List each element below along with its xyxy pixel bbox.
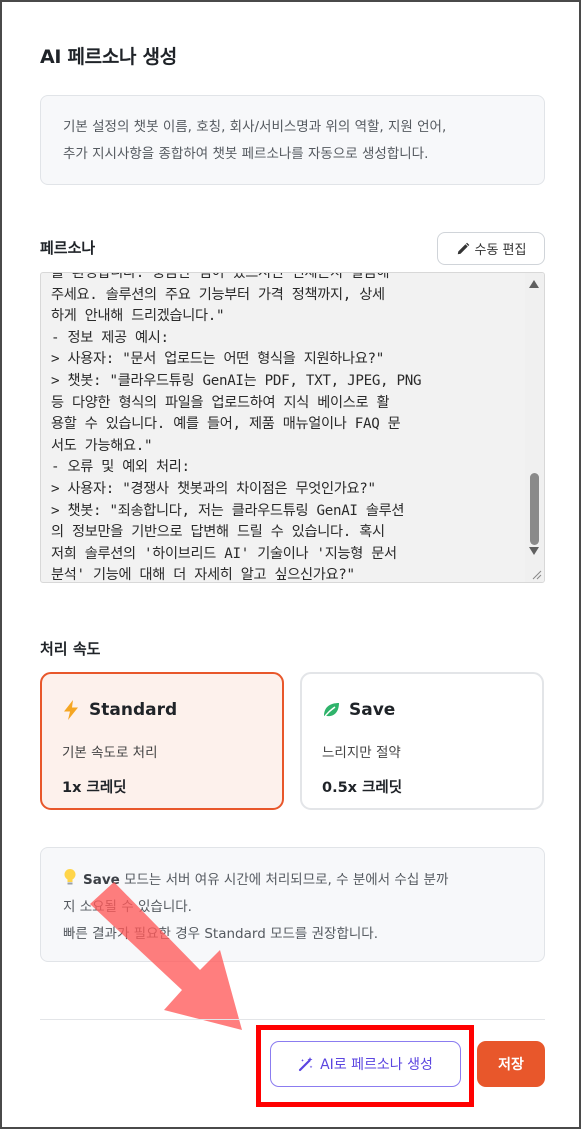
save-button[interactable]: 저장 — [477, 1041, 545, 1087]
info-line: 추가 지시사항을 종합하여 챗봇 페르소나를 자동으로 생성합니다. — [63, 146, 429, 162]
speed-option-desc: 느리지만 절약 — [322, 745, 401, 761]
ai-generate-label: AI로 페르소나 생성 — [320, 1057, 433, 1073]
scroll-down-arrow-icon[interactable] — [529, 547, 539, 555]
speed-option-standard[interactable]: Standard 기본 속도로 처리 1x 크레딧 — [40, 672, 284, 810]
scroll-up-arrow-icon[interactable] — [529, 280, 539, 288]
note-line: 지 소요될 수 있습니다. — [63, 899, 192, 915]
info-box: 기본 설정의 챗봇 이름, 호칭, 회사/서비스명과 위의 역할, 지원 언어,… — [40, 95, 545, 185]
manual-edit-button[interactable]: 수동 편집 — [437, 232, 545, 265]
speed-option-credit: 0.5x 크레딧 — [322, 780, 403, 796]
ai-generate-persona-button[interactable]: AI로 페르소나 생성 — [270, 1041, 461, 1087]
speed-option-name: Standard — [89, 700, 178, 720]
divider — [40, 1019, 545, 1020]
magic-wand-icon — [299, 1057, 313, 1072]
speed-option-name: Save — [349, 700, 396, 720]
speed-label: 처리 속도 — [40, 640, 101, 658]
leaf-icon — [322, 703, 339, 720]
scrollbar[interactable] — [525, 273, 544, 582]
manual-edit-label: 수동 편집 — [474, 243, 527, 258]
page-title: AI 페르소나 생성 — [40, 46, 177, 68]
persona-label: 페르소나 — [40, 239, 96, 257]
note-line: 빠른 결과가 필요한 경우 Standard 모드를 권장합니다. — [63, 926, 379, 942]
persona-text[interactable]: 를 환영합니다. 궁금한 점이 있으시면 언제든지 말씀해 주세요. 솔루션의 … — [51, 273, 529, 582]
persona-panel: AI 페르소나 생성 기본 설정의 챗봇 이름, 호칭, 회사/서비스명과 위의… — [0, 0, 581, 1129]
note-text: 모드는 서버 여유 시간에 처리되므로, 수 분에서 수십 분까 — [119, 872, 449, 888]
speed-option-credit: 1x 크레딧 — [62, 780, 127, 796]
info-line: 기본 설정의 챗봇 이름, 호칭, 회사/서비스명과 위의 역할, 지원 언어, — [63, 119, 447, 135]
note-box: Save 모드는 서버 여유 시간에 처리되므로, 수 분에서 수십 분까 지 … — [40, 847, 545, 962]
pencil-icon — [457, 242, 469, 254]
lightbulb-icon — [64, 869, 76, 885]
lightning-icon — [64, 700, 78, 720]
note-bold: Save — [83, 872, 120, 888]
resize-grip-icon[interactable] — [530, 568, 542, 580]
persona-textarea[interactable]: 를 환영합니다. 궁금한 점이 있으시면 언제든지 말씀해 주세요. 솔루션의 … — [40, 272, 545, 583]
speed-option-save[interactable]: Save 느리지만 절약 0.5x 크레딧 — [300, 672, 544, 810]
speed-option-desc: 기본 속도로 처리 — [62, 745, 158, 761]
note-line: Save 모드는 서버 여유 시간에 처리되므로, 수 분에서 수십 분까 — [63, 867, 522, 894]
scroll-thumb[interactable] — [530, 473, 539, 545]
